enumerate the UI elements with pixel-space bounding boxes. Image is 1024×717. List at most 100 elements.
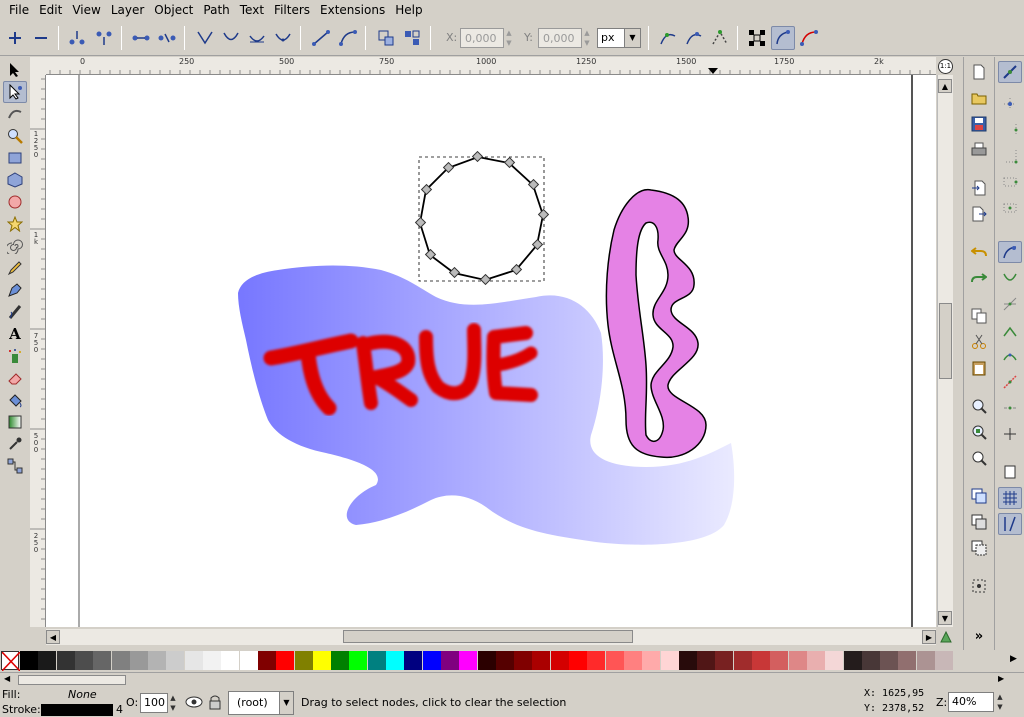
node-handle[interactable] bbox=[537, 208, 550, 221]
color-swatch[interactable] bbox=[367, 651, 386, 670]
color-swatch[interactable] bbox=[74, 651, 93, 670]
color-swatch[interactable] bbox=[203, 651, 221, 670]
copy-icon[interactable] bbox=[967, 305, 991, 327]
color-swatch[interactable] bbox=[861, 651, 880, 670]
zoom-spin-icon[interactable]: ▲ ▼ bbox=[995, 692, 1005, 712]
color-swatch[interactable] bbox=[623, 651, 642, 670]
color-swatch[interactable] bbox=[386, 651, 404, 670]
menu-filters[interactable]: Filters bbox=[269, 0, 315, 20]
zoom-page-icon[interactable] bbox=[967, 447, 991, 469]
snap-rotation-center-icon[interactable] bbox=[998, 423, 1022, 445]
show-handles-toggle-icon[interactable] bbox=[771, 26, 795, 50]
join-nodes-icon[interactable] bbox=[65, 26, 89, 50]
pen-tool-icon[interactable] bbox=[3, 279, 27, 301]
color-swatch[interactable] bbox=[788, 651, 807, 670]
palette-scrollbar[interactable]: ◀ ▶ bbox=[0, 672, 1024, 686]
join-segment-icon[interactable] bbox=[129, 26, 153, 50]
connector-tool-icon[interactable] bbox=[3, 455, 27, 477]
menu-layer[interactable]: Layer bbox=[106, 0, 149, 20]
color-swatch[interactable] bbox=[532, 651, 551, 670]
snap-bbox-center-icon[interactable] bbox=[998, 197, 1022, 219]
opacity-input[interactable]: 100 bbox=[140, 693, 168, 713]
color-swatch[interactable] bbox=[495, 651, 514, 670]
snap-bbox-midpoint-icon[interactable] bbox=[998, 171, 1022, 193]
scroll-right-icon[interactable]: ▶ bbox=[922, 630, 936, 644]
paste-icon[interactable] bbox=[967, 357, 991, 379]
fill-value[interactable]: None bbox=[68, 688, 97, 701]
menu-extensions[interactable]: Extensions bbox=[315, 0, 390, 20]
lock-icon[interactable] bbox=[208, 694, 222, 713]
clone-icon[interactable] bbox=[967, 511, 991, 533]
no-paint-swatch-icon[interactable] bbox=[1, 651, 21, 672]
delete-segment-icon[interactable] bbox=[155, 26, 179, 50]
zoom-selection-icon[interactable] bbox=[967, 395, 991, 417]
palette-scroll-right-icon[interactable]: ▶ bbox=[998, 674, 1004, 683]
menu-text[interactable]: Text bbox=[235, 0, 269, 20]
color-swatch[interactable] bbox=[111, 651, 130, 670]
color-swatch[interactable] bbox=[770, 651, 789, 670]
unit-select[interactable]: px ▼ bbox=[597, 28, 641, 48]
horizontal-scroll-thumb[interactable] bbox=[343, 630, 633, 643]
snap-intersections-icon[interactable] bbox=[998, 293, 1022, 315]
auto-smooth-node-icon[interactable] bbox=[271, 26, 295, 50]
toggle-visibility-icon[interactable] bbox=[185, 695, 203, 712]
pencil-tool-icon[interactable] bbox=[3, 257, 27, 279]
snap-paths-icon[interactable] bbox=[998, 267, 1022, 289]
color-swatch[interactable] bbox=[733, 651, 752, 670]
gradient-tool-icon[interactable] bbox=[3, 411, 27, 433]
horizontal-ruler[interactable]: 0 250 500 750 1000 1250 1500 1750 2k bbox=[46, 57, 936, 75]
color-swatch[interactable] bbox=[935, 651, 953, 670]
node-handle[interactable] bbox=[448, 266, 461, 279]
snap-smooth-nodes-icon[interactable] bbox=[998, 345, 1022, 367]
color-swatch[interactable] bbox=[257, 651, 276, 670]
color-swatch[interactable] bbox=[642, 651, 661, 670]
color-swatch[interactable] bbox=[56, 651, 75, 670]
node-tool-icon[interactable] bbox=[3, 81, 27, 103]
color-swatch[interactable] bbox=[404, 651, 423, 670]
object-to-path-icon[interactable] bbox=[374, 26, 398, 50]
calligraphy-tool-icon[interactable] bbox=[3, 301, 27, 323]
color-swatch[interactable] bbox=[239, 651, 258, 670]
horizontal-scrollbar[interactable]: ◀ ▶ bbox=[46, 629, 936, 645]
color-manage-icon[interactable] bbox=[939, 630, 953, 644]
color-swatch[interactable] bbox=[752, 651, 770, 670]
zoom-tool-icon[interactable] bbox=[3, 125, 27, 147]
color-swatch[interactable] bbox=[129, 651, 148, 670]
enable-snapping-icon[interactable] bbox=[998, 61, 1022, 83]
snap-bbox-edge-icon[interactable] bbox=[998, 119, 1022, 141]
save-icon[interactable] bbox=[967, 113, 991, 135]
color-swatch[interactable] bbox=[349, 651, 368, 670]
snap-cusp-nodes-icon[interactable] bbox=[998, 319, 1022, 341]
cut-icon[interactable] bbox=[967, 331, 991, 353]
zoom-one-to-one-icon[interactable]: 1:1 bbox=[938, 59, 953, 74]
node-handle[interactable] bbox=[479, 273, 492, 286]
node-handle[interactable] bbox=[414, 216, 427, 229]
tweak-tool-icon[interactable] bbox=[3, 103, 27, 125]
show-handles-icon[interactable] bbox=[656, 26, 680, 50]
redo-icon[interactable] bbox=[967, 267, 991, 289]
color-swatch[interactable] bbox=[276, 651, 295, 670]
unlink-clone-icon[interactable] bbox=[967, 537, 991, 559]
star-tool-icon[interactable] bbox=[3, 213, 27, 235]
stroke-to-path-icon[interactable] bbox=[400, 26, 424, 50]
y-coordinate-input[interactable] bbox=[538, 28, 582, 48]
cusp-node-icon[interactable] bbox=[193, 26, 217, 50]
vertical-scroll-thumb[interactable] bbox=[939, 303, 952, 379]
color-swatch[interactable] bbox=[477, 651, 496, 670]
menu-path[interactable]: Path bbox=[198, 0, 234, 20]
color-swatch[interactable] bbox=[806, 651, 825, 670]
color-swatch[interactable] bbox=[422, 651, 441, 670]
snap-page-border-icon[interactable] bbox=[998, 461, 1022, 483]
scroll-up-icon[interactable]: ▲ bbox=[938, 79, 952, 93]
color-swatch[interactable] bbox=[898, 651, 917, 670]
menu-view[interactable]: View bbox=[67, 0, 105, 20]
spiral-tool-icon[interactable] bbox=[3, 235, 27, 257]
snap-grid-icon[interactable] bbox=[998, 487, 1022, 509]
color-swatch[interactable] bbox=[569, 651, 587, 670]
export-icon[interactable] bbox=[967, 203, 991, 225]
show-path-outline-icon[interactable] bbox=[797, 26, 821, 50]
node-handle[interactable] bbox=[471, 150, 484, 163]
scroll-down-icon[interactable]: ▼ bbox=[938, 611, 952, 625]
palette-scroll-thumb[interactable] bbox=[18, 675, 126, 685]
paint-bucket-tool-icon[interactable] bbox=[3, 389, 27, 411]
